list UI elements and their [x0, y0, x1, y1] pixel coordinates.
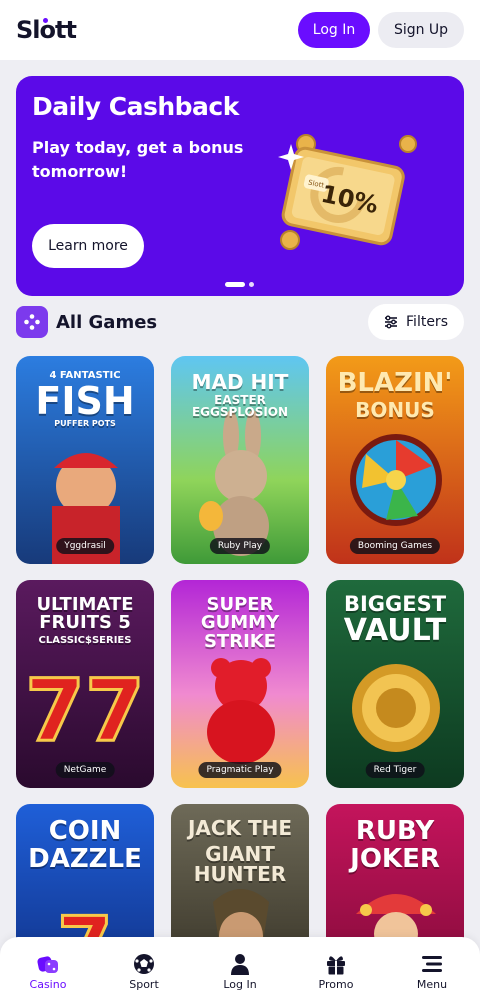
- carousel-dot-active[interactable]: [225, 282, 245, 287]
- filters-label: Filters: [406, 314, 448, 330]
- game-subtitle: EASTER EGGSPLOSION: [191, 393, 289, 420]
- game-title: ULTIMATE FRUITS 5: [36, 594, 134, 634]
- game-card-ultimate-fruits[interactable]: 77 ULTIMATE FRUITS 5 CLASSIC$SERIES NetG…: [16, 580, 154, 788]
- top-header: Slott Log In Sign Up: [0, 0, 480, 60]
- game-card-biggest-vault[interactable]: BIGGEST VAULT Red Tiger: [326, 580, 464, 788]
- banner-title: Daily Cashback: [32, 92, 239, 121]
- game-card-blazin-bonus[interactable]: BLAZIN' BONUS Booming Games: [326, 356, 464, 564]
- game-subtitle: BONUS: [355, 398, 435, 422]
- gift-icon: [327, 956, 345, 975]
- game-title: COIN: [48, 816, 122, 846]
- provider-badge: Red Tiger: [365, 762, 425, 778]
- games-category-icon: [16, 306, 48, 338]
- menu-icon: [422, 956, 442, 972]
- nav-item-login[interactable]: Log In: [192, 937, 288, 1008]
- cashback-voucher-illustration: Slott 10%: [278, 134, 417, 250]
- nav-item-menu[interactable]: Menu: [384, 937, 480, 1008]
- game-title: BLAZIN': [337, 368, 453, 398]
- nav-item-sport[interactable]: Sport: [96, 937, 192, 1008]
- nav-label: Promo: [318, 978, 354, 991]
- game-title: MAD HIT: [191, 370, 289, 394]
- provider-badge: Pragmatic Play: [198, 762, 282, 778]
- soccer-ball-icon: [134, 954, 154, 974]
- carousel-dot[interactable]: [249, 282, 254, 287]
- sliders-icon: [385, 315, 398, 329]
- learn-more-button[interactable]: Learn more: [32, 224, 144, 268]
- promo-banner[interactable]: Daily Cashback Play today, get a bonus t…: [16, 76, 464, 296]
- signup-button[interactable]: Sign Up: [378, 12, 464, 48]
- provider-badge: Yggdrasil: [56, 538, 114, 554]
- game-subtitle: JOKER: [350, 844, 440, 874]
- game-subtitle: GIANT HUNTER: [193, 842, 287, 887]
- game-card-fantastic-fish[interactable]: 4 FANTASTIC FISH PUFFER POTS Yggdrasil: [16, 356, 154, 564]
- game-card-mad-hit-easter[interactable]: MAD HIT EASTER EGGSPLOSION Ruby Play: [171, 356, 309, 564]
- game-title: JACK THE: [187, 816, 293, 840]
- provider-badge: NetGame: [55, 762, 115, 778]
- login-button[interactable]: Log In: [298, 12, 370, 48]
- game-card-super-gummy-strike[interactable]: SUPER GUMMY STRIKE Pragmatic Play: [171, 580, 309, 788]
- nav-label: Casino: [29, 978, 67, 991]
- bottom-navigation: Casino Sport Log In Promo Menu: [0, 937, 480, 1008]
- user-icon: [231, 954, 249, 975]
- all-games-header: All Games Filters: [16, 304, 464, 340]
- section-title: All Games: [56, 311, 158, 333]
- header-actions: Log In Sign Up: [298, 12, 464, 48]
- carousel-dots: [225, 282, 254, 287]
- provider-badge: Ruby Play: [209, 538, 271, 554]
- game-title: FISH: [35, 379, 135, 423]
- dice-icon: [37, 956, 58, 973]
- game-subtitle: DAZZLE: [28, 844, 142, 874]
- nav-item-promo[interactable]: Promo: [288, 937, 384, 1008]
- banner-subtitle: Play today, get a bonus tomorrow!: [32, 138, 244, 181]
- game-subtitle: CLASSIC$SERIES: [38, 635, 132, 646]
- nav-label: Menu: [416, 978, 448, 991]
- game-title: RUBY: [355, 816, 435, 846]
- nav-label: Log In: [223, 978, 257, 991]
- provider-badge: Booming Games: [349, 538, 441, 554]
- game-title: SUPER GUMMY STRIKE: [200, 594, 280, 652]
- game-subtitle: VAULT: [343, 613, 447, 648]
- logo-dot: [43, 18, 48, 23]
- nav-label: Sport: [129, 978, 159, 991]
- filters-button[interactable]: Filters: [368, 304, 464, 340]
- game-subtitle: PUFFER POTS: [54, 419, 116, 428]
- nav-item-casino[interactable]: Casino: [0, 937, 96, 1008]
- games-grid: 4 FANTASTIC FISH PUFFER POTS Yggdrasil M…: [16, 356, 464, 1008]
- slott-logo[interactable]: Slott: [16, 16, 77, 44]
- svg-text:77: 77: [25, 661, 145, 761]
